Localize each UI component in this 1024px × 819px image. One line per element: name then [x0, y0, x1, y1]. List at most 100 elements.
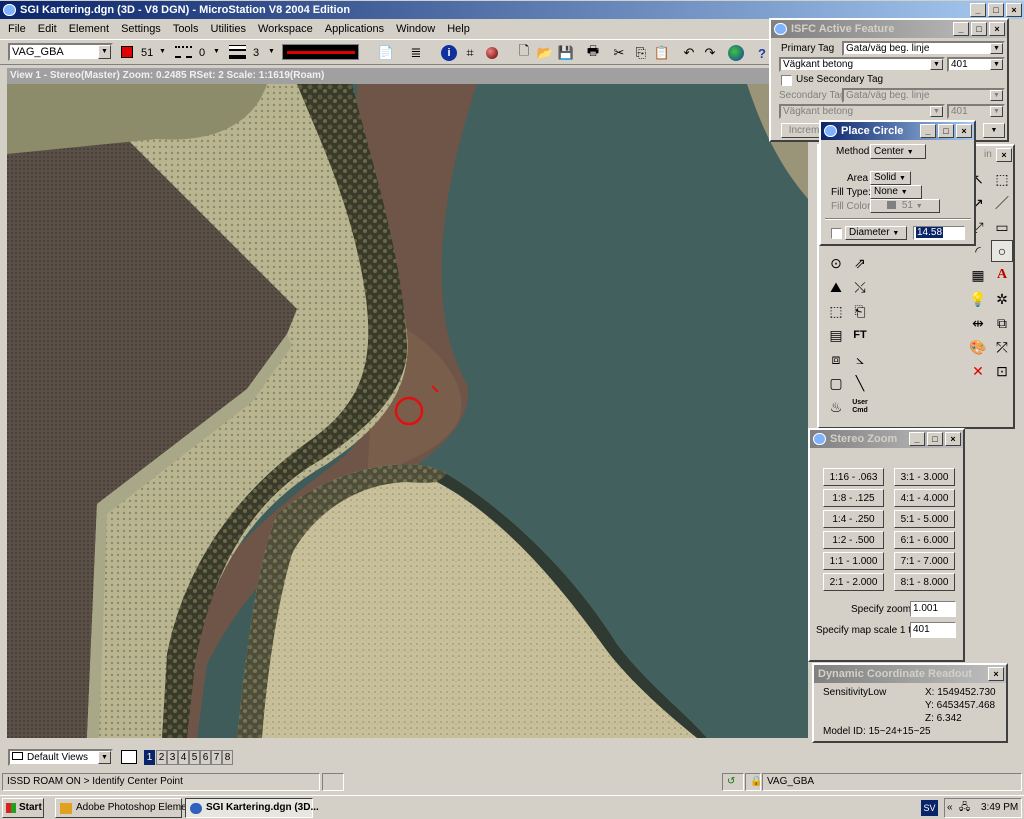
- text-icon[interactable]: A: [991, 264, 1013, 286]
- menu-file[interactable]: File: [8, 23, 26, 35]
- save-icon[interactable]: 💾: [556, 43, 576, 63]
- fill-type-select[interactable]: None ▼: [870, 185, 922, 199]
- font-icon[interactable]: FT: [849, 324, 871, 346]
- app-title-bar[interactable]: SGI Kartering.dgn (3D - V8 DGN) - MicroS…: [0, 1, 1024, 19]
- specify-zoom-input[interactable]: 1.001: [910, 601, 956, 617]
- view-window-1[interactable]: [7, 84, 808, 738]
- color-dropdown-icon[interactable]: ▼: [159, 48, 166, 55]
- feature-select[interactable]: Vägkant betong ▼: [779, 57, 945, 72]
- window-icon[interactable]: ▢: [825, 372, 847, 394]
- render-sphere-icon[interactable]: [482, 43, 502, 63]
- diameter-input[interactable]: 14.58: [913, 226, 965, 240]
- maximize-button[interactable]: □: [988, 3, 1004, 17]
- fence-icon[interactable]: ⬚: [991, 168, 1013, 190]
- undo-icon[interactable]: ↶: [679, 43, 699, 63]
- zoom-1-16-button[interactable]: 1:16 - .063: [823, 468, 884, 486]
- views-dialog-icon[interactable]: [121, 750, 137, 764]
- area-select[interactable]: Solid ▼: [870, 171, 911, 185]
- view-toggle-1[interactable]: 1: [144, 750, 155, 765]
- taskbar-microstation[interactable]: SGI Kartering.dgn (3D...: [185, 798, 319, 818]
- view-control-icon[interactable]: ⊡: [991, 360, 1013, 382]
- zoom-7-1-button[interactable]: 7:1 - 7.000: [894, 552, 955, 570]
- feature-code-select[interactable]: 401 ▼: [947, 57, 1005, 72]
- zoom-1-4-button[interactable]: 1:4 - .250: [823, 510, 884, 528]
- menu-tools[interactable]: Tools: [173, 23, 199, 35]
- view-group-select[interactable]: Default Views ▼: [8, 749, 113, 766]
- view-toggle-4[interactable]: 4: [178, 750, 189, 765]
- view-toggle-2[interactable]: 2: [156, 750, 167, 765]
- isfc-minimize-button[interactable]: _: [953, 22, 969, 36]
- snap-grid-icon[interactable]: ⌗: [460, 43, 480, 63]
- line-icon[interactable]: ／: [991, 192, 1013, 214]
- menu-help[interactable]: Help: [447, 23, 470, 35]
- view-toggle-6[interactable]: 6: [200, 750, 211, 765]
- tray-expand-icon[interactable]: «: [947, 800, 953, 816]
- view-header[interactable]: View 1 - Stereo(Master) Zoom: 0.2485 RSe…: [7, 68, 808, 84]
- status-snap-icon[interactable]: ↺: [722, 773, 744, 791]
- menu-workspace[interactable]: Workspace: [258, 23, 313, 35]
- isfc-close-button[interactable]: ×: [989, 22, 1005, 36]
- view-toggle-8[interactable]: 8: [222, 750, 233, 765]
- measure-icon[interactable]: ⇹: [967, 312, 989, 334]
- paste-icon[interactable]: 📋: [652, 43, 672, 63]
- zoom-4-1-button[interactable]: 4:1 - 4.000: [894, 489, 955, 507]
- cut-icon[interactable]: ✂: [609, 43, 629, 63]
- redo-icon[interactable]: ↷: [700, 43, 720, 63]
- view-toggle-7[interactable]: 7: [211, 750, 222, 765]
- view-toggle-5[interactable]: 5: [189, 750, 200, 765]
- weight-dropdown-icon[interactable]: ▼: [268, 48, 275, 55]
- readout-close-button[interactable]: ×: [988, 667, 1004, 681]
- place-circle-maximize-button[interactable]: □: [938, 124, 954, 138]
- view-toggle-3[interactable]: 3: [167, 750, 178, 765]
- extend-icon[interactable]: ⤯: [849, 276, 871, 298]
- globe-icon[interactable]: [726, 43, 746, 63]
- fill-color-select[interactable]: 51 ▼: [870, 199, 940, 213]
- diameter-checkbox[interactable]: [831, 228, 842, 239]
- close-button[interactable]: ×: [1006, 3, 1022, 17]
- readout-title-bar[interactable]: Dynamic Coordinate Readout ×: [814, 665, 1006, 683]
- stereo-zoom-maximize-button[interactable]: □: [927, 432, 943, 446]
- contour-icon[interactable]: ♨: [825, 396, 847, 418]
- language-indicator[interactable]: SV: [921, 800, 938, 816]
- place-circle-title-bar[interactable]: Place Circle _ □ ×: [821, 122, 974, 140]
- palette-close-button[interactable]: ×: [996, 148, 1012, 162]
- new-file-icon[interactable]: 🗋: [514, 43, 534, 63]
- polygon-icon[interactable]: ▭: [991, 216, 1013, 238]
- use-secondary-checkbox[interactable]: [781, 75, 792, 86]
- slope-icon[interactable]: ⦣: [849, 348, 871, 370]
- zoom-1-2-button[interactable]: 1:2 - .500: [823, 531, 884, 549]
- tag-icon[interactable]: 💡: [967, 288, 989, 310]
- menu-utilities[interactable]: Utilities: [211, 23, 246, 35]
- change-attributes-icon[interactable]: ⤱: [991, 336, 1013, 358]
- menu-settings[interactable]: Settings: [121, 23, 161, 35]
- menu-edit[interactable]: Edit: [38, 23, 57, 35]
- secondary-code-select[interactable]: 401 ▼: [947, 104, 1005, 119]
- hierarchy-icon[interactable]: ⧈: [825, 348, 847, 370]
- snap-point-icon[interactable]: ⊙: [825, 252, 847, 274]
- isfc-maximize-button[interactable]: □: [971, 22, 987, 36]
- zoom-1-8-button[interactable]: 1:8 - .125: [823, 489, 884, 507]
- zoom-8-1-button[interactable]: 8:1 - 8.000: [894, 573, 955, 591]
- status-lock-icon[interactable]: 🔒: [745, 773, 762, 791]
- secondary-feature-select[interactable]: Vägkant betong ▼: [779, 104, 945, 119]
- level-select[interactable]: VAG_GBA ▼: [8, 43, 113, 61]
- taskbar-photoshop[interactable]: Adobe Photoshop Elements: [55, 798, 200, 818]
- table-icon[interactable]: ▤: [825, 324, 847, 346]
- isfc-dropdown-button[interactable]: ▼: [983, 123, 1005, 138]
- color-swatch[interactable]: [121, 46, 133, 58]
- copy-icon[interactable]: ⎘: [631, 43, 651, 63]
- open-folder-icon[interactable]: 📂: [535, 43, 555, 63]
- circle-tool-icon[interactable]: ○: [991, 240, 1013, 262]
- start-button[interactable]: Start: [2, 798, 44, 818]
- menu-applications[interactable]: Applications: [325, 23, 384, 35]
- measure-area-icon[interactable]: ⛰: [825, 276, 847, 298]
- diagonal-line-icon[interactable]: ╲: [849, 372, 871, 394]
- stereo-zoom-close-button[interactable]: ×: [945, 432, 961, 446]
- secondary-tag-select[interactable]: Gata/väg beg. linje ▼: [842, 88, 1005, 103]
- primary-tag-select[interactable]: Gata/väg beg. linje ▼: [842, 41, 1005, 56]
- line-weight-icon[interactable]: [229, 45, 246, 59]
- print-icon[interactable]: 🖶: [583, 43, 603, 63]
- diameter-select[interactable]: Diameter ▼: [845, 226, 907, 240]
- pattern-icon[interactable]: 🎨: [967, 336, 989, 358]
- place-circle-close-button[interactable]: ×: [956, 124, 972, 138]
